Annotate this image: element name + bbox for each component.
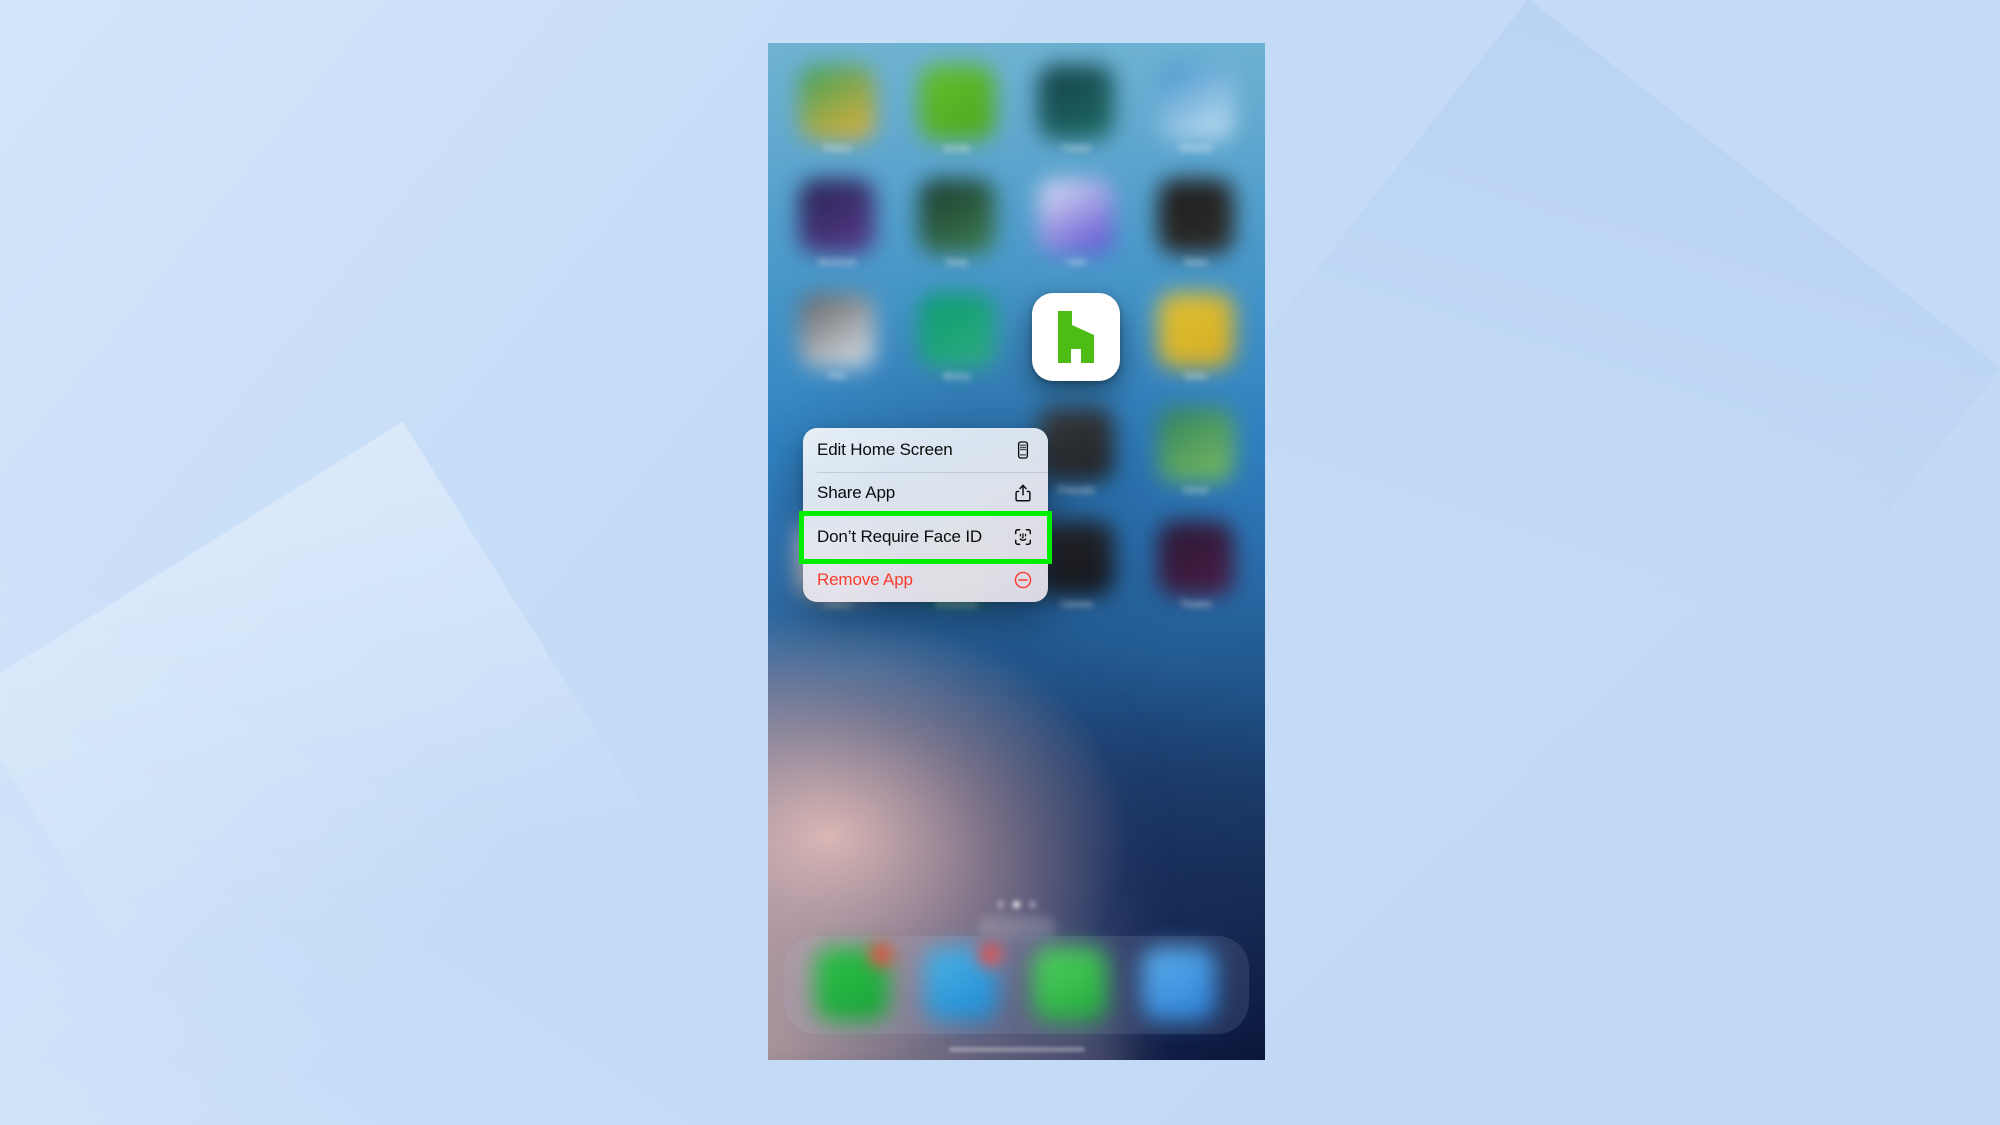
- app-icon-photos-app-icon[interactable]: Photos: [794, 65, 880, 153]
- dock-item-safari-app-icon[interactable]: [1142, 947, 1218, 1023]
- app-label: Photos: [822, 143, 852, 153]
- app-grid-row: Photos Spotify Tracker Weather: [794, 65, 1239, 153]
- background-facet-6: [0, 421, 679, 1125]
- page-dot[interactable]: [997, 901, 1004, 908]
- app-icon-black-app-icon[interactable]: Notes: [1153, 179, 1239, 267]
- app-label: Files: [827, 371, 847, 381]
- dock-item-mail-app-icon[interactable]: [923, 943, 1002, 1023]
- app-icon-houzz-app-icon[interactable]: [1032, 293, 1121, 381]
- app-grid-row: Files Money Notes: [794, 293, 1239, 381]
- yellow-app-icon: [1157, 293, 1234, 368]
- messages-app-icon: [1033, 947, 1108, 1021]
- photos-app-icon: [799, 65, 875, 140]
- app-icon-green-leaf-app-icon[interactable]: Clover: [1153, 407, 1239, 495]
- faceid-icon: [1012, 526, 1034, 548]
- app-label: Notes: [1184, 257, 1208, 267]
- iphone-screenshot: Photos Spotify Tracker Weather Shortcuts Slee…: [768, 43, 1265, 1060]
- minus-circle-icon: [1012, 569, 1034, 591]
- app-label: Camera: [1060, 599, 1093, 609]
- app-icon-dark-teal-app-icon[interactable]: Tracker: [1033, 65, 1119, 153]
- notification-badge: [977, 943, 1002, 967]
- dock-item-messages-app-icon[interactable]: [1033, 947, 1109, 1023]
- app-icon-yellow-app-icon[interactable]: Notes: [1153, 293, 1239, 381]
- menu-item-label: Don’t Require Face ID: [817, 526, 983, 546]
- app-label: Podcasts: [1057, 485, 1095, 495]
- menu-item-edit-home-screen[interactable]: Edit Home Screen: [803, 428, 1048, 472]
- white-purple-app-icon: [1038, 179, 1115, 254]
- app-icon-grey-white-app-icon[interactable]: Files: [794, 293, 880, 381]
- app-label: Shortcuts: [817, 257, 857, 267]
- app-icon-dark-green-app-icon[interactable]: Sleep: [914, 179, 1000, 267]
- page-indicator-dots[interactable]: [768, 901, 1265, 908]
- app-label: Spotify: [942, 143, 971, 153]
- app-label: Notes: [1184, 371, 1208, 381]
- page-dot[interactable]: [1013, 901, 1020, 908]
- green-app-icon: [918, 65, 995, 140]
- black-camera-app-icon: [1038, 521, 1115, 596]
- blue-sky-app-icon: [1157, 65, 1234, 140]
- houzz-app-icon[interactable]: [1032, 293, 1121, 381]
- app-icon-green-app-icon[interactable]: Spotify: [914, 65, 1000, 153]
- black-app-icon: [1157, 179, 1234, 254]
- app-icon-white-purple-app-icon[interactable]: Calm: [1033, 179, 1119, 267]
- app-icon-blue-sky-app-icon[interactable]: Weather: [1153, 65, 1239, 153]
- houzz-logo-mark: [1050, 309, 1102, 365]
- menu-item-label: Remove App: [817, 570, 913, 590]
- menu-item-share-app[interactable]: Share App: [803, 471, 1048, 516]
- dark-plum-app-icon: [1157, 521, 1234, 596]
- dark-grey-app-icon: [1038, 407, 1115, 482]
- safari-app-icon: [1142, 947, 1217, 1021]
- menu-item-dont-require-face-id[interactable]: Don’t Require Face ID: [803, 515, 1048, 559]
- app-icon-teal-green-app-icon[interactable]: Money: [914, 293, 1000, 381]
- app-icon-dark-plum-app-icon[interactable]: Theatre: [1153, 521, 1239, 609]
- teal-green-app-icon: [918, 293, 995, 368]
- menu-item-remove-app[interactable]: Remove App: [803, 558, 1048, 603]
- app-grid-row: Shortcuts Sleep Calm Notes: [794, 179, 1239, 267]
- app-label: Money: [943, 371, 971, 381]
- screenshot-canvas: Photos Spotify Tracker Weather Shortcuts Slee…: [0, 0, 2000, 1125]
- home-indicator-bar[interactable]: [948, 1047, 1085, 1052]
- purple-dark-app-icon: [799, 179, 875, 254]
- page-dot[interactable]: [1029, 901, 1036, 908]
- home-screen-dock: [784, 936, 1249, 1034]
- app-label: Clover: [1182, 485, 1209, 495]
- app-label: Weather: [1179, 143, 1213, 153]
- dark-teal-app-icon: [1038, 65, 1115, 140]
- notification-badge: [868, 943, 893, 967]
- app-icon-purple-dark-app-icon[interactable]: Shortcuts: [794, 179, 880, 267]
- dark-green-app-icon: [918, 179, 995, 254]
- dock-item-phone-app-icon[interactable]: [814, 943, 893, 1023]
- app-label: Theatre: [1180, 599, 1212, 609]
- app-label: Tracker: [1061, 143, 1092, 153]
- menu-item-label: Edit Home Screen: [817, 439, 953, 459]
- grey-white-app-icon: [799, 293, 875, 368]
- app-grid-phone-icon: [1012, 439, 1034, 461]
- app-label: Calm: [1065, 257, 1087, 267]
- menu-item-label: Share App: [817, 483, 896, 503]
- app-context-menu: Edit Home Screen Share App Don’t Require…: [799, 428, 1052, 603]
- share-icon: [1012, 482, 1034, 504]
- background-facet-5: [1158, 0, 2000, 842]
- green-leaf-app-icon: [1157, 407, 1234, 482]
- app-label: Sleep: [945, 257, 969, 267]
